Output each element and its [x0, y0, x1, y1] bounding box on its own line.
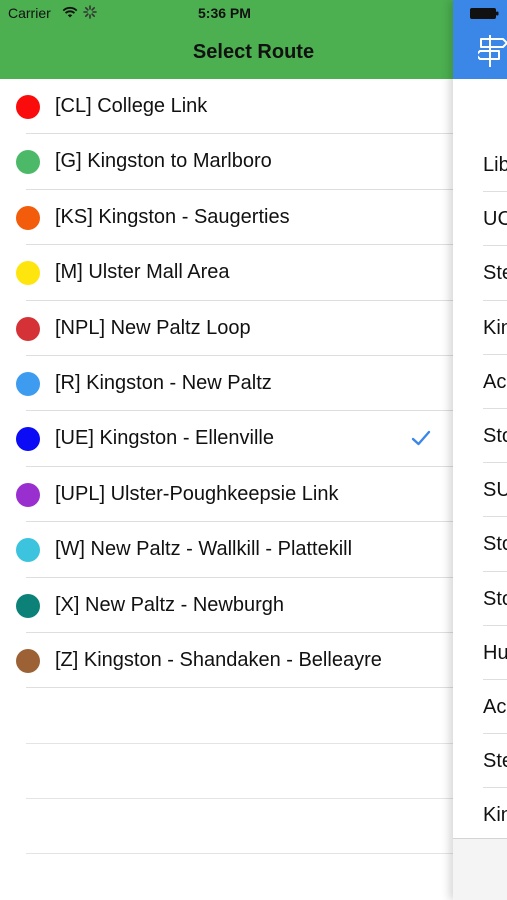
status-bar: Carrier 5:36 PM — [0, 0, 453, 28]
route-color-dot — [16, 95, 40, 119]
route-row[interactable]: [M] Ulster Mall Area — [0, 245, 453, 301]
stop-label: Sto — [483, 533, 507, 556]
battery-icon — [470, 8, 499, 19]
route-color-dot — [16, 593, 40, 618]
stop-label: Ac — [483, 695, 507, 718]
stop-row[interactable]: Sto — [453, 409, 507, 464]
route-color-dot — [16, 150, 40, 175]
stops-panel-header — [453, 0, 507, 79]
route-label: [X] New Paltz - Newburgh — [55, 593, 284, 616]
activity-spinner-icon — [83, 5, 97, 19]
route-row[interactable]: [UPL] Ulster-Poughkeepsie Link — [0, 467, 453, 523]
route-row[interactable]: [CL] College Link — [0, 79, 453, 135]
stop-row[interactable]: Sto — [453, 572, 507, 626]
stop-row[interactable]: Ac — [453, 355, 507, 409]
route-label: [W] New Paltz - Wallkill - Plattekill — [55, 538, 353, 561]
route-label: [KS] Kingston - Saugerties — [55, 205, 290, 228]
checkmark-icon — [411, 431, 431, 446]
stop-label: Lib — [483, 154, 507, 176]
route-color-dot — [16, 261, 40, 286]
stop-row[interactable]: Sto — [453, 517, 507, 572]
stop-label: UC — [483, 208, 507, 231]
route-color-dot — [16, 371, 40, 396]
route-label: [M] Ulster Mall Area — [55, 261, 230, 284]
route-color-dot — [16, 316, 40, 341]
route-label: [Z] Kingston - Shandaken - Belleayre — [55, 648, 382, 671]
route-row[interactable]: [X] New Paltz - Newburgh — [0, 578, 453, 633]
route-label: [G] Kingston to Marlboro — [55, 150, 272, 173]
route-row[interactable]: [KS] Kingston - Saugerties — [0, 190, 453, 246]
route-color-dot — [16, 427, 40, 452]
route-row[interactable]: [W] New Paltz - Wallkill - Plattekill — [0, 522, 453, 578]
wifi-icon — [62, 6, 78, 18]
stop-label: Hu — [483, 641, 507, 664]
route-row[interactable]: [Z] Kingston - Shandaken - Belleayre — [0, 633, 453, 689]
status-time: 5:36 PM — [198, 5, 251, 21]
stop-list: Lib UC Ste Kin Ac Sto SU Sto Sto Hu Ac Ste Kin — [453, 138, 507, 843]
route-color-dot — [16, 538, 40, 563]
route-select-panel: Carrier 5:36 PM Select Route [CL] Colleg… — [0, 0, 453, 900]
stop-row[interactable]: UC — [453, 192, 507, 247]
route-row[interactable]: [R] Kingston - New Paltz — [0, 356, 453, 412]
route-row[interactable]: [G] Kingston to Marlboro — [0, 134, 453, 190]
stops-panel-toolbar — [453, 838, 507, 900]
route-color-dot — [16, 648, 40, 673]
route-row[interactable]: [NPL] New Paltz Loop — [0, 301, 453, 356]
row-separator — [26, 853, 453, 855]
route-row[interactable]: [UE] Kingston - Ellenville — [0, 411, 453, 467]
stop-row[interactable]: Hu — [453, 626, 507, 680]
stop-label: Ste — [483, 750, 507, 773]
empty-row — [0, 799, 453, 855]
route-label: [NPL] New Paltz Loop — [55, 316, 251, 339]
stops-panel: Lib UC Ste Kin Ac Sto SU Sto Sto Hu Ac Ste Kin — [453, 0, 507, 900]
stop-label: Kin — [483, 316, 507, 339]
route-color-dot — [16, 482, 40, 507]
stop-label: Ste — [483, 262, 507, 285]
page-title: Select Route — [192, 41, 315, 63]
empty-row — [0, 688, 453, 744]
stop-label: Sto — [483, 587, 507, 610]
stop-row[interactable]: Lib — [453, 138, 507, 193]
stop-row[interactable]: Kin — [453, 301, 507, 355]
stop-label: Kin — [483, 804, 507, 827]
nav-bar: Carrier 5:36 PM Select Route — [0, 0, 453, 79]
route-label: [UE] Kingston - Ellenville — [55, 427, 274, 450]
route-color-dot — [16, 205, 40, 230]
signpost-icon[interactable] — [478, 34, 507, 68]
route-label: [UPL] Ulster-Poughkeepsie Link — [55, 482, 339, 505]
carrier-label: Carrier — [8, 5, 51, 21]
stop-label: Ac — [483, 370, 507, 393]
stop-row[interactable]: SU — [453, 463, 507, 518]
route-label: [CL] College Link — [55, 95, 208, 117]
stop-label: SU — [483, 479, 507, 502]
stop-label: Sto — [483, 424, 507, 447]
stop-row[interactable]: Ac — [453, 680, 507, 735]
route-list: [CL] College Link [G] Kingston to Marlbor… — [0, 79, 453, 855]
stop-row[interactable]: Ste — [453, 246, 507, 301]
stop-row[interactable]: Ste — [453, 734, 507, 789]
stop-row[interactable]: Kin — [453, 788, 507, 843]
empty-row — [0, 744, 453, 800]
route-label: [R] Kingston - New Paltz — [55, 371, 272, 394]
